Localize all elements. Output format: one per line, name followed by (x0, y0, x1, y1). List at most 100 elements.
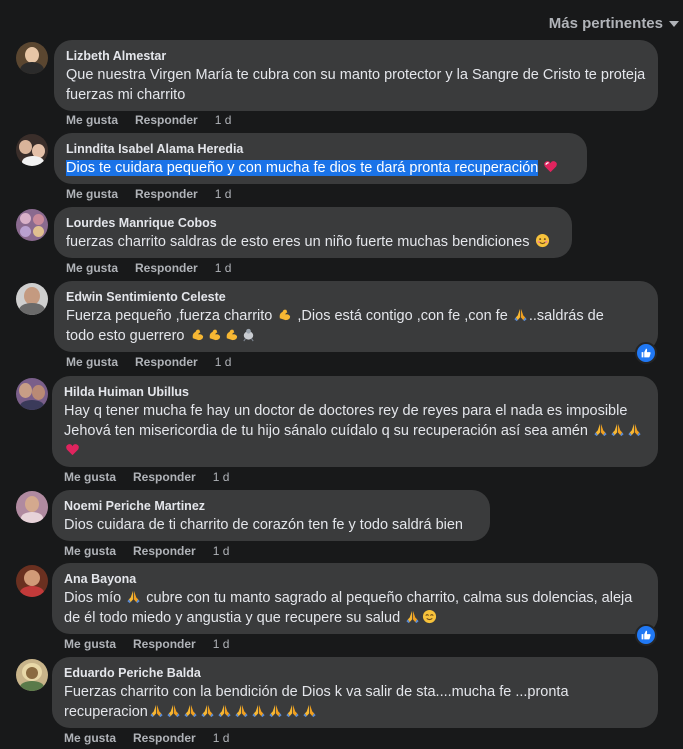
heart-emoji-icon (543, 160, 558, 173)
comment-author[interactable]: Eduardo Periche Balda (64, 665, 646, 681)
avatar[interactable] (16, 283, 48, 315)
comment-time[interactable]: 1 d (215, 187, 232, 201)
comment-author[interactable]: Ana Bayona (64, 571, 646, 587)
smiling-face-emoji-icon (534, 233, 550, 248)
folded-hands-emoji-icon (150, 704, 163, 718)
comment-author[interactable]: Edwin Sentimiento Celeste (66, 289, 646, 305)
folded-hands-emoji-icon (269, 704, 282, 718)
comment-text: Hay q tener mucha fe hay un doctor de do… (64, 403, 628, 439)
comment-bubble: Ana Bayona Dios mío cubre con tu manto s… (52, 563, 658, 634)
smiling-face-emoji-icon (422, 609, 437, 624)
like-reaction-badge[interactable] (635, 342, 657, 364)
comment-text: Fuerza pequeño ,fuerza charrito ,Dios es… (66, 306, 646, 346)
like-button[interactable]: Me gusta (66, 355, 118, 369)
heart-emoji-icon (66, 444, 79, 456)
comment-text-line: fuerzas charrito saldras de esto eres un… (66, 232, 560, 252)
like-button[interactable]: Me gusta (64, 731, 116, 745)
flexed-biceps-emoji-icon (280, 309, 291, 321)
comment-author[interactable]: Lourdes Manrique Cobos (66, 215, 560, 231)
comment-text: Dios cuidara de ti charrito de corazón t… (64, 517, 463, 533)
folded-hands-emoji-icon (252, 704, 265, 718)
reply-button[interactable]: Responder (133, 637, 196, 651)
comment-time[interactable]: 1 d (213, 637, 230, 651)
comment-time[interactable]: 1 d (213, 544, 230, 558)
comment-actions: Me gusta Responder 1 d (64, 470, 229, 484)
comment-author[interactable]: Hilda Huiman Ubillus (64, 384, 646, 400)
folded-hands-emoji-icon (167, 704, 180, 718)
reply-button[interactable]: Responder (133, 731, 196, 745)
folded-hands-emoji-icon (514, 308, 527, 322)
folded-hands-emoji-icon (594, 423, 607, 437)
comment-time[interactable]: 1 d (215, 355, 232, 369)
thumbs-up-icon (641, 348, 651, 358)
like-button[interactable]: Me gusta (64, 544, 116, 558)
comment-bubble: Lizbeth Almestar Que nuestra Virgen Marí… (54, 40, 658, 111)
folded-hands-emoji-icon (303, 704, 316, 718)
sort-label: Más pertinentes (548, 14, 663, 32)
reply-button[interactable]: Responder (133, 544, 196, 558)
like-button[interactable]: Me gusta (64, 470, 116, 484)
comment-author[interactable]: Linndita Isabel Alama Heredia (66, 141, 575, 157)
avatar[interactable] (16, 378, 48, 410)
comment-time[interactable]: 1 d (215, 113, 232, 127)
comment-author[interactable]: Noemi Periche Martinez (64, 498, 478, 514)
folded-hands-emoji-icon (406, 610, 419, 624)
comment-text-part: Fuerza pequeño ,fuerza charrito (66, 308, 273, 324)
comment-time[interactable]: 1 d (213, 731, 230, 745)
comment-actions: Me gusta Responder 1 d (66, 187, 231, 201)
reply-button[interactable]: Responder (133, 470, 196, 484)
comment-actions: Me gusta Responder 1 d (66, 355, 231, 369)
flexed-biceps-emoji-icon (226, 329, 237, 341)
folded-hands-emoji-icon (184, 704, 197, 718)
comment-actions: Me gusta Responder 1 d (64, 637, 229, 651)
avatar[interactable] (16, 209, 48, 241)
comment-bubble: Noemi Periche Martinez Dios cuidara de t… (52, 490, 490, 541)
folded-hands-emoji-icon (286, 704, 299, 718)
avatar[interactable] (16, 565, 48, 597)
like-reaction-badge[interactable] (635, 624, 657, 646)
like-button[interactable]: Me gusta (66, 261, 118, 275)
avatar[interactable] (16, 134, 48, 166)
chevron-down-icon (669, 21, 679, 27)
reply-button[interactable]: Responder (135, 187, 198, 201)
comment-actions: Me gusta Responder 1 d (66, 261, 231, 275)
comment-text-part: ,Dios está contigo ,con fe ,con fe (297, 308, 508, 324)
flexed-biceps-emoji-icon (209, 329, 220, 341)
comment-text: fuerzas charrito saldras de esto eres un… (66, 234, 530, 250)
comment-bubble: Edwin Sentimiento Celeste Fuerza pequeño… (54, 281, 658, 352)
folded-hands-emoji-icon (218, 704, 231, 718)
folded-hands-emoji-icon (201, 704, 214, 718)
like-button[interactable]: Me gusta (66, 187, 118, 201)
comment-text-line: Fuerzas charrito con la bendición de Dio… (64, 682, 646, 722)
comment-text-line: Dios te cuidara pequeño y con mucha fe d… (66, 158, 575, 178)
comment-bubble: Linndita Isabel Alama Heredia Dios te cu… (54, 133, 587, 184)
comment-text-part: todo esto guerrero (66, 328, 185, 344)
comment-time[interactable]: 1 d (215, 261, 232, 275)
folded-hands-emoji-icon (127, 590, 140, 604)
folded-hands-emoji-icon (611, 423, 624, 437)
like-button[interactable]: Me gusta (66, 113, 118, 127)
comment-text-line: Dios mío cubre con tu manto sagrado al p… (64, 588, 646, 628)
thumbs-up-icon (641, 630, 651, 640)
sort-dropdown[interactable]: Más pertinentes (543, 13, 683, 33)
reply-button[interactable]: Responder (135, 113, 198, 127)
comment-text-part: ..saldrás de (528, 308, 604, 324)
avatar[interactable] (16, 659, 48, 691)
comment-bubble: Eduardo Periche Balda Fuerzas charrito c… (52, 657, 658, 728)
comment-author[interactable]: Lizbeth Almestar (66, 48, 646, 64)
reply-button[interactable]: Responder (135, 261, 198, 275)
folded-hands-emoji-icon (628, 423, 641, 437)
comment-text: Dios te cuidara pequeño y con mucha fe d… (66, 160, 539, 176)
comment-text-line: Hay q tener mucha fe hay un doctor de do… (64, 401, 646, 461)
reply-button[interactable]: Responder (135, 355, 198, 369)
folded-hands-emoji-icon (235, 704, 248, 718)
flexed-biceps-emoji-icon (192, 329, 203, 341)
avatar[interactable] (16, 42, 48, 74)
avatar[interactable] (16, 491, 48, 523)
like-button[interactable]: Me gusta (64, 637, 116, 651)
comment-bubble: Hilda Huiman Ubillus Hay q tener mucha f… (52, 376, 658, 467)
comment-time[interactable]: 1 d (213, 470, 230, 484)
comment-actions: Me gusta Responder 1 d (66, 113, 231, 127)
dove-emoji-icon (242, 328, 254, 342)
comment-text-part: cubre con tu manto sagrado al pequeño ch… (64, 590, 633, 626)
